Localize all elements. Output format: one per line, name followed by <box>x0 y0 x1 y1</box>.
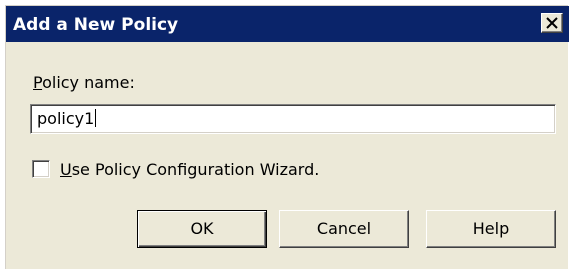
close-button[interactable] <box>541 13 563 33</box>
use-wizard-checkbox[interactable] <box>32 160 50 178</box>
add-policy-dialog: Add a New Policy Policy name: policy1 Us… <box>5 5 569 269</box>
cancel-button[interactable]: Cancel <box>279 210 409 248</box>
ok-button[interactable]: OK <box>137 210 267 248</box>
policy-name-value: policy1 <box>37 109 95 128</box>
policy-name-label: Policy name: <box>33 73 135 92</box>
policy-name-input[interactable]: policy1 <box>30 104 556 134</box>
close-icon <box>546 17 558 29</box>
text-caret <box>95 109 97 127</box>
help-button[interactable]: Help <box>426 210 556 248</box>
use-wizard-label[interactable]: Use Policy Configuration Wizard. <box>60 160 319 179</box>
title-bar[interactable]: Add a New Policy <box>6 6 569 42</box>
dialog-title: Add a New Policy <box>13 15 179 35</box>
